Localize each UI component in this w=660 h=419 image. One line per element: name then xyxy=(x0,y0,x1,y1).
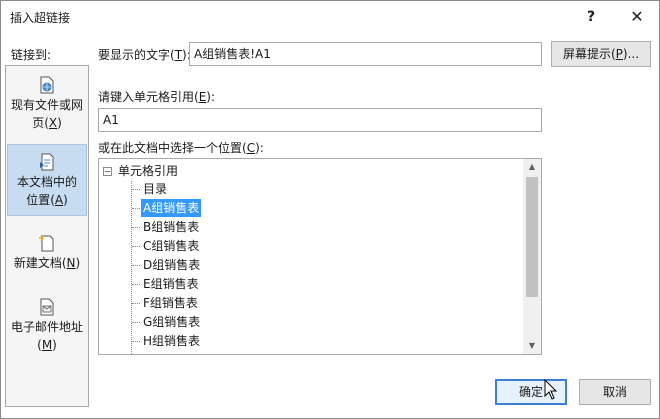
close-button[interactable]: ✕ xyxy=(623,5,651,29)
tree-item-sheet-e[interactable]: E组销售表 xyxy=(132,275,201,293)
scroll-down-arrow-icon[interactable]: ▼ xyxy=(523,338,541,354)
tree-item-sheet-h[interactable]: H组销售表 xyxy=(131,332,202,350)
cell-reference-input[interactable]: A1 xyxy=(98,108,542,132)
tree-item-sheet-d[interactable]: D组销售表 xyxy=(131,256,202,274)
help-button[interactable]: ? xyxy=(577,5,605,29)
display-text-label: 要显示的文字(T): xyxy=(98,48,191,62)
tree-item-sheet-g[interactable]: G组销售表 xyxy=(131,313,202,331)
sidebar-item-existing-file[interactable]: 现有文件或网页(X) xyxy=(7,76,87,132)
mouse-cursor-icon xyxy=(544,379,558,400)
tree-root-cell-references[interactable]: − 单元格引用 xyxy=(103,162,178,180)
email-icon xyxy=(40,298,54,316)
dialog-title: 插入超链接 xyxy=(10,11,71,25)
tree-item-sheet-a[interactable]: A组销售表 xyxy=(131,199,202,217)
place-in-document-label: 或在此文档中选择一个位置(C): xyxy=(98,141,264,155)
place-tree[interactable]: − 单元格引用 目录 A组销售表 B组销售表 C组销售表 D组销售表 E组销售表 … xyxy=(98,158,542,355)
tree-item-contents[interactable]: 目录 xyxy=(131,180,169,198)
cancel-button[interactable]: 取消 xyxy=(579,379,651,405)
collapse-toggle-icon[interactable]: − xyxy=(103,167,112,176)
scroll-up-arrow-icon[interactable]: ▲ xyxy=(523,159,541,175)
display-text-input[interactable]: A组销售表!A1 xyxy=(189,42,542,66)
link-to-label: 链接到: xyxy=(11,48,52,62)
screentip-button[interactable]: 屏幕提示(P)... xyxy=(551,41,651,67)
web-page-icon xyxy=(40,76,54,94)
insert-hyperlink-dialog: 插入超链接 ? ✕ 链接到: 现有文件或网页(X) 本文档中的位置(A) 新建文… xyxy=(0,0,660,419)
sidebar-item-new-document[interactable]: 新建文档(N) xyxy=(7,234,87,272)
link-to-sidebar: 现有文件或网页(X) 本文档中的位置(A) 新建文档(N) 电子邮件地址(M) xyxy=(5,65,89,407)
tree-item-sheet-f[interactable]: F组销售表 xyxy=(132,294,200,312)
tree-scrollbar[interactable]: ▲ ▼ xyxy=(523,159,541,354)
tree-item-sheet-c[interactable]: C组销售表 xyxy=(131,237,201,255)
title-bar: 插入超链接 ? ✕ xyxy=(1,1,659,33)
tree-item-sheet-b[interactable]: B组销售表 xyxy=(131,218,201,236)
cell-reference-label: 请键入单元格引用(E): xyxy=(98,90,216,104)
sidebar-item-place-in-document[interactable]: 本文档中的位置(A) xyxy=(7,144,87,216)
new-document-icon xyxy=(39,234,54,252)
scrollbar-thumb[interactable] xyxy=(526,177,538,297)
sidebar-item-email-address[interactable]: 电子邮件地址(M) xyxy=(7,298,87,354)
document-place-icon xyxy=(40,153,54,171)
